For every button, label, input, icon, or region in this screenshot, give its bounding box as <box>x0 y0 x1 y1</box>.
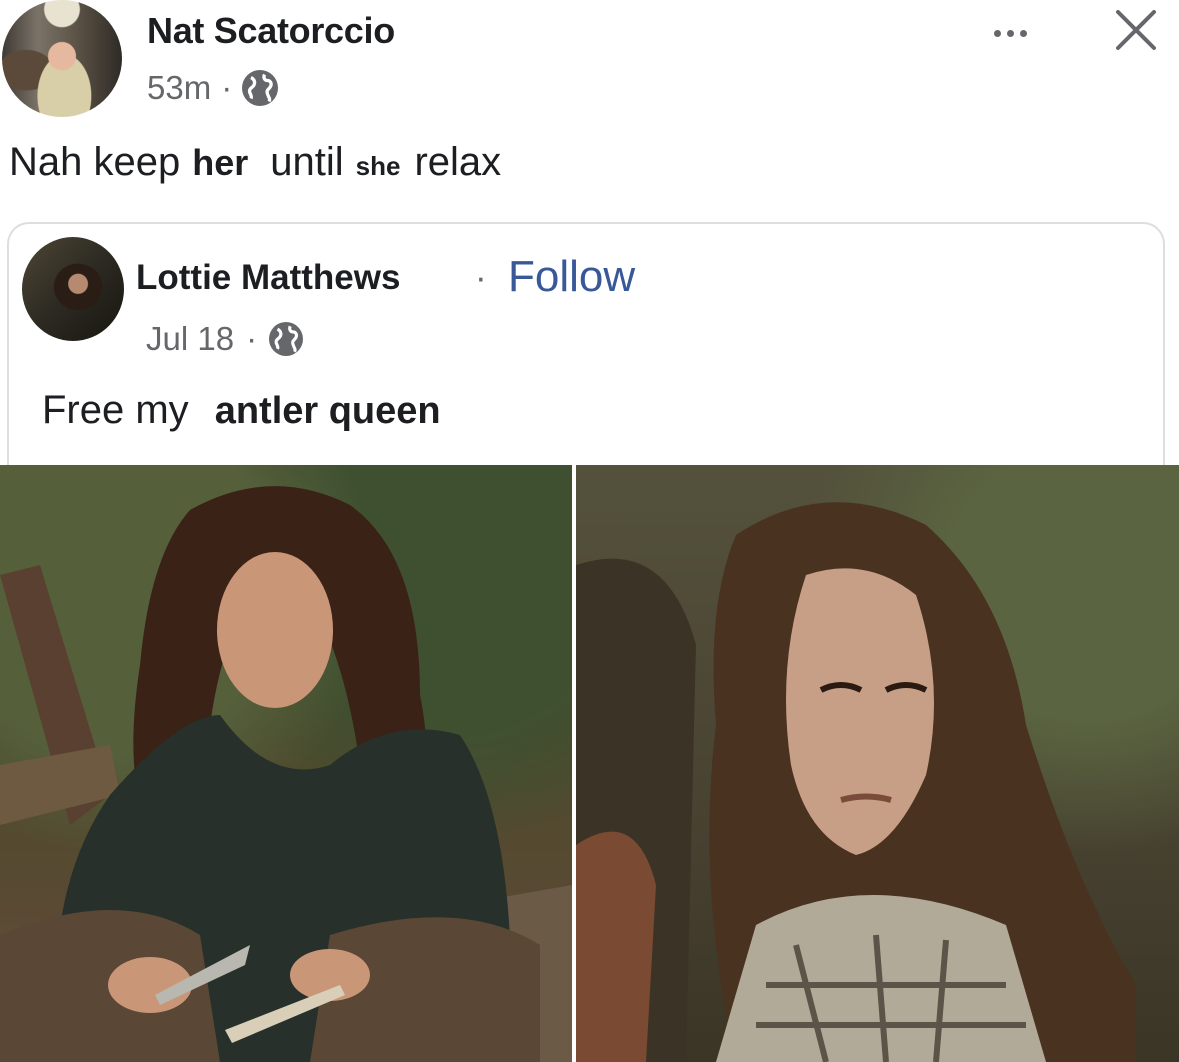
post-text-bold-her: her <box>192 142 249 183</box>
name-separator: · <box>475 258 487 297</box>
post-text-part: until <box>270 140 344 184</box>
post-text-bold-she: she <box>355 151 401 181</box>
shared-author-avatar[interactable] <box>22 237 124 341</box>
more-options-icon[interactable] <box>980 18 1040 48</box>
shared-post-text: Free my antler queen <box>42 388 441 433</box>
globe-icon <box>242 70 279 106</box>
post-text: Nah keep her until she relax <box>9 140 501 185</box>
post-text-part: Nah keep <box>9 140 181 184</box>
follow-button[interactable]: Follow <box>508 252 635 302</box>
author-name[interactable]: Nat Scatorccio <box>147 10 395 52</box>
post-meta: 53m · <box>147 66 279 110</box>
meta-separator: · <box>221 69 233 106</box>
close-icon[interactable] <box>1108 2 1164 58</box>
shared-post-meta: Jul 18 · <box>146 318 304 360</box>
shared-text-part: Free my <box>42 388 189 432</box>
author-avatar[interactable] <box>2 0 122 117</box>
photo-right[interactable] <box>576 465 1179 1062</box>
post-time[interactable]: 53m <box>147 69 211 107</box>
globe-icon <box>269 322 304 356</box>
shared-author-name[interactable]: Lottie Matthews <box>136 258 400 298</box>
meta-separator: · <box>246 320 258 357</box>
photo-left[interactable] <box>0 465 572 1062</box>
shared-text-bold: antler queen <box>214 390 441 432</box>
shared-post-date[interactable]: Jul 18 <box>146 320 234 358</box>
post-text-part: relax <box>414 140 502 184</box>
